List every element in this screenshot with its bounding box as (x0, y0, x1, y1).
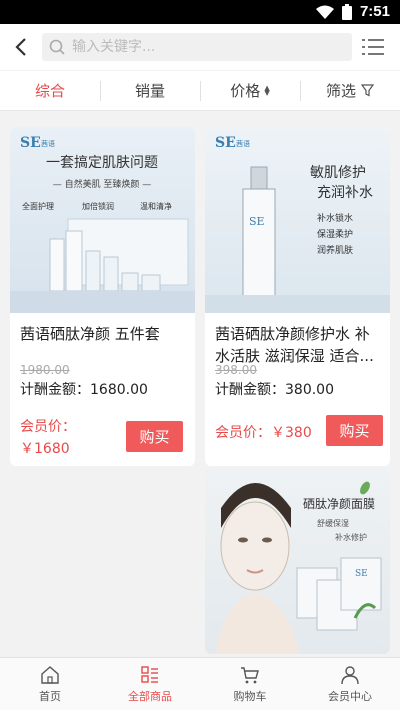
brand-logo: SE (215, 135, 236, 151)
search-header (0, 24, 400, 70)
tab-label: 销量 (134, 82, 165, 100)
nav-label: 会员中心 (328, 689, 372, 703)
member-price-label: 会员价： (20, 419, 76, 435)
brand-logo: SE (355, 569, 368, 579)
sort-arrows-icon: ▲ ▼ (264, 83, 270, 97)
image-subline: — 自然美肌 至臻焕颜 — (53, 178, 152, 190)
nav-all-products[interactable]: 全部商品 (100, 658, 200, 710)
product-card[interactable]: 硒肽净颜面膜 舒缓保湿 补水修护 SE (205, 468, 390, 654)
tab-price[interactable]: 价格 ▲ ▼ (200, 71, 300, 111)
image-feature: 温和清净 (140, 201, 172, 211)
image-feature: 全面护理 (22, 201, 54, 211)
image-headline: 一套搞定肌肤问题 (46, 155, 158, 171)
search-icon (42, 39, 72, 55)
product-name[interactable]: 茜语硒肽净颜修护水 补水活肤 滋润保湿 适合... (215, 323, 380, 367)
commission-value: 1680.00 (90, 382, 148, 398)
status-bar: 7:51 (0, 0, 400, 24)
nav-cart[interactable]: 购物车 (200, 658, 300, 710)
nav-member-center[interactable]: 会员中心 (300, 658, 400, 710)
image-feature: 补水锁水 (317, 212, 353, 224)
member-price-label: 会员价： (215, 425, 271, 441)
image-headline: 硒肽净颜面膜 (303, 496, 375, 511)
brand-logo-sub: 茜语 (236, 139, 250, 148)
svg-text:SE: SE (249, 215, 265, 228)
wifi-icon (315, 5, 334, 19)
brand-logo: SE (20, 135, 41, 151)
commission-row: 计酬金额：380.00 (215, 379, 334, 399)
tab-label: 价格 (230, 82, 261, 100)
tab-label: 筛选 (325, 82, 356, 100)
image-feature: 保湿柔护 (317, 228, 353, 240)
list-view-button[interactable] (360, 35, 386, 59)
image-headline: 敏肌修护 (310, 165, 366, 181)
image-subline: 舒缓保湿 (317, 518, 349, 528)
tab-filter[interactable]: 筛选 (300, 71, 400, 111)
product-image[interactable]: 硒肽净颜面膜 舒缓保湿 补水修护 SE (205, 468, 390, 654)
tab-comprehensive[interactable]: 综合 (0, 71, 100, 111)
member-price-row: 会员价：￥380 (215, 422, 312, 442)
status-icons: 7:51 (315, 3, 390, 20)
bottom-nav: 首页 全部商品 购物车 会员中心 (0, 657, 400, 710)
image-subline: 补水修护 (335, 532, 367, 542)
brand-logo-sub: 茜语 (41, 139, 55, 148)
image-headline-2: 充润补水 (317, 185, 373, 201)
home-icon (41, 665, 59, 684)
product-image[interactable]: SE 茜语 一套搞定肌肤问题 — 自然美肌 至臻焕颜 — 全面护理 加倍锁润 温… (10, 127, 195, 313)
grid-list-icon (141, 665, 158, 683)
member-price: ￥1680 (20, 441, 70, 457)
image-feature: 加倍锁润 (82, 201, 114, 211)
user-icon (341, 665, 359, 684)
search-input[interactable] (72, 39, 332, 55)
product-card[interactable]: SE 茜语 一套搞定肌肤问题 — 自然美肌 至臻焕颜 — 全面护理 加倍锁润 温… (10, 127, 195, 466)
battery-icon (341, 3, 352, 20)
buy-button[interactable]: 购买 (126, 421, 183, 452)
commission-label: 计酬金额： (215, 382, 285, 398)
commission-value: 380.00 (285, 382, 334, 398)
nav-label: 首页 (39, 689, 61, 703)
commission-label: 计酬金额： (20, 382, 90, 398)
tab-label: 综合 (34, 82, 65, 100)
nav-label: 全部商品 (128, 689, 172, 703)
member-price: ￥380 (271, 425, 312, 441)
back-button[interactable] (8, 34, 34, 60)
original-price: 398.00 (215, 363, 257, 377)
status-time: 7:51 (359, 3, 390, 20)
nav-home[interactable]: 首页 (0, 658, 100, 710)
filter-tabs: 综合 销量 价格 ▲ ▼ 筛选 (0, 71, 400, 111)
product-image[interactable]: SE 茜语 敏肌修护 充润补水 补水锁水 保湿柔护 润养肌肤 SE (205, 127, 390, 313)
commission-row: 计酬金额：1680.00 (20, 379, 148, 399)
product-card[interactable]: SE 茜语 敏肌修护 充润补水 补水锁水 保湿柔护 润养肌肤 SE 茜语硒肽净颜… (205, 127, 390, 466)
nav-label: 购物车 (233, 689, 267, 703)
cart-icon (241, 666, 259, 683)
image-feature: 润养肌肤 (317, 244, 353, 256)
original-price: 1980.00 (20, 363, 70, 377)
product-name[interactable]: 茜语硒肽净颜 五件套 (20, 323, 185, 345)
search-box[interactable] (42, 33, 352, 61)
buy-button[interactable]: 购买 (326, 415, 383, 446)
filter-icon (361, 84, 374, 97)
tab-sales[interactable]: 销量 (100, 71, 200, 111)
list-icon (362, 39, 384, 55)
chevron-left-icon (15, 38, 26, 56)
